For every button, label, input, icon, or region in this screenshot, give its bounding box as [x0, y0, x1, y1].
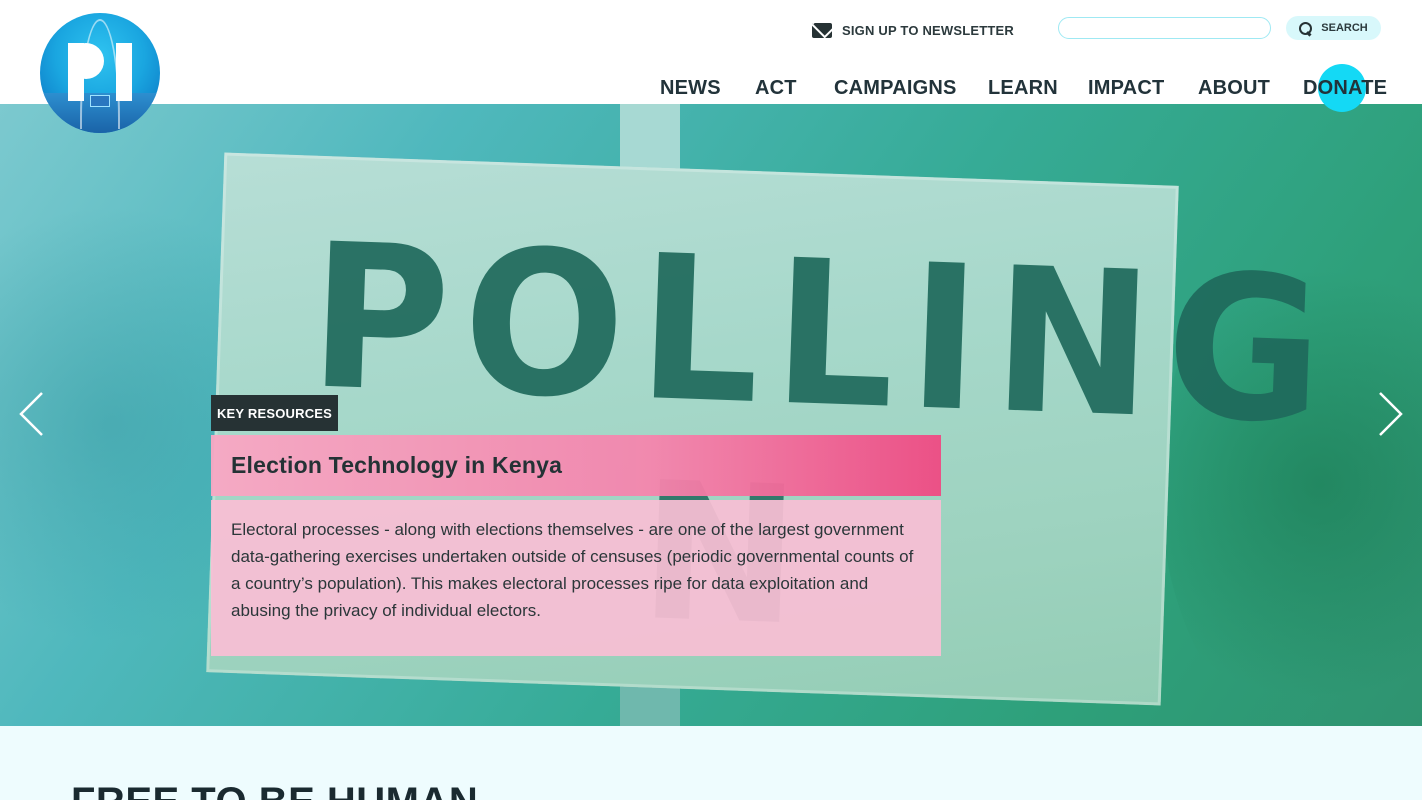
- logo-letter-i: [116, 43, 132, 101]
- search-button-label: SEARCH: [1321, 22, 1368, 34]
- nav-item-about[interactable]: ABOUT: [1198, 73, 1270, 103]
- search-input[interactable]: [1058, 17, 1271, 39]
- search-button[interactable]: SEARCH: [1286, 16, 1381, 40]
- slide-summary: Electoral processes - along with electio…: [231, 520, 914, 620]
- nav-item-donate[interactable]: DONATE: [1303, 73, 1387, 103]
- carousel-next-button[interactable]: [1376, 392, 1406, 436]
- sign-post-bottom: [620, 684, 680, 726]
- nav-item-impact[interactable]: IMPACT: [1088, 73, 1164, 103]
- site-logo[interactable]: [40, 13, 160, 133]
- nav-item-act[interactable]: ACT: [755, 73, 797, 103]
- nav-item-learn[interactable]: LEARN: [988, 73, 1058, 103]
- sign-word-polling: POLLING: [306, 200, 1341, 469]
- slide-title[interactable]: Election Technology in Kenya: [231, 452, 562, 479]
- carousel-prev-button[interactable]: [18, 392, 48, 436]
- mission-section: FREE TO BE HUMAN: [0, 726, 1422, 800]
- search-icon: [1299, 21, 1313, 35]
- site-header: SIGN UP TO NEWSLETTER SEARCH NEWS ACT CA…: [0, 0, 1422, 112]
- slide-title-box[interactable]: Election Technology in Kenya: [211, 435, 941, 496]
- chevron-right-icon: [1379, 392, 1403, 436]
- envelope-icon: [812, 22, 832, 38]
- section-heading: FREE TO BE HUMAN: [71, 780, 478, 800]
- logo-letter-p-stem: [68, 43, 84, 101]
- nav-item-campaigns[interactable]: CAMPAIGNS: [834, 73, 957, 103]
- chevron-left-icon: [19, 392, 43, 436]
- nav-item-news[interactable]: NEWS: [660, 73, 721, 103]
- category-tag[interactable]: KEY RESOURCES: [211, 395, 338, 431]
- logo-building: [90, 95, 110, 107]
- newsletter-label: SIGN UP TO NEWSLETTER: [842, 22, 1015, 38]
- newsletter-link[interactable]: SIGN UP TO NEWSLETTER: [812, 20, 1014, 40]
- slide-summary-box: Electoral processes - along with electio…: [211, 500, 941, 656]
